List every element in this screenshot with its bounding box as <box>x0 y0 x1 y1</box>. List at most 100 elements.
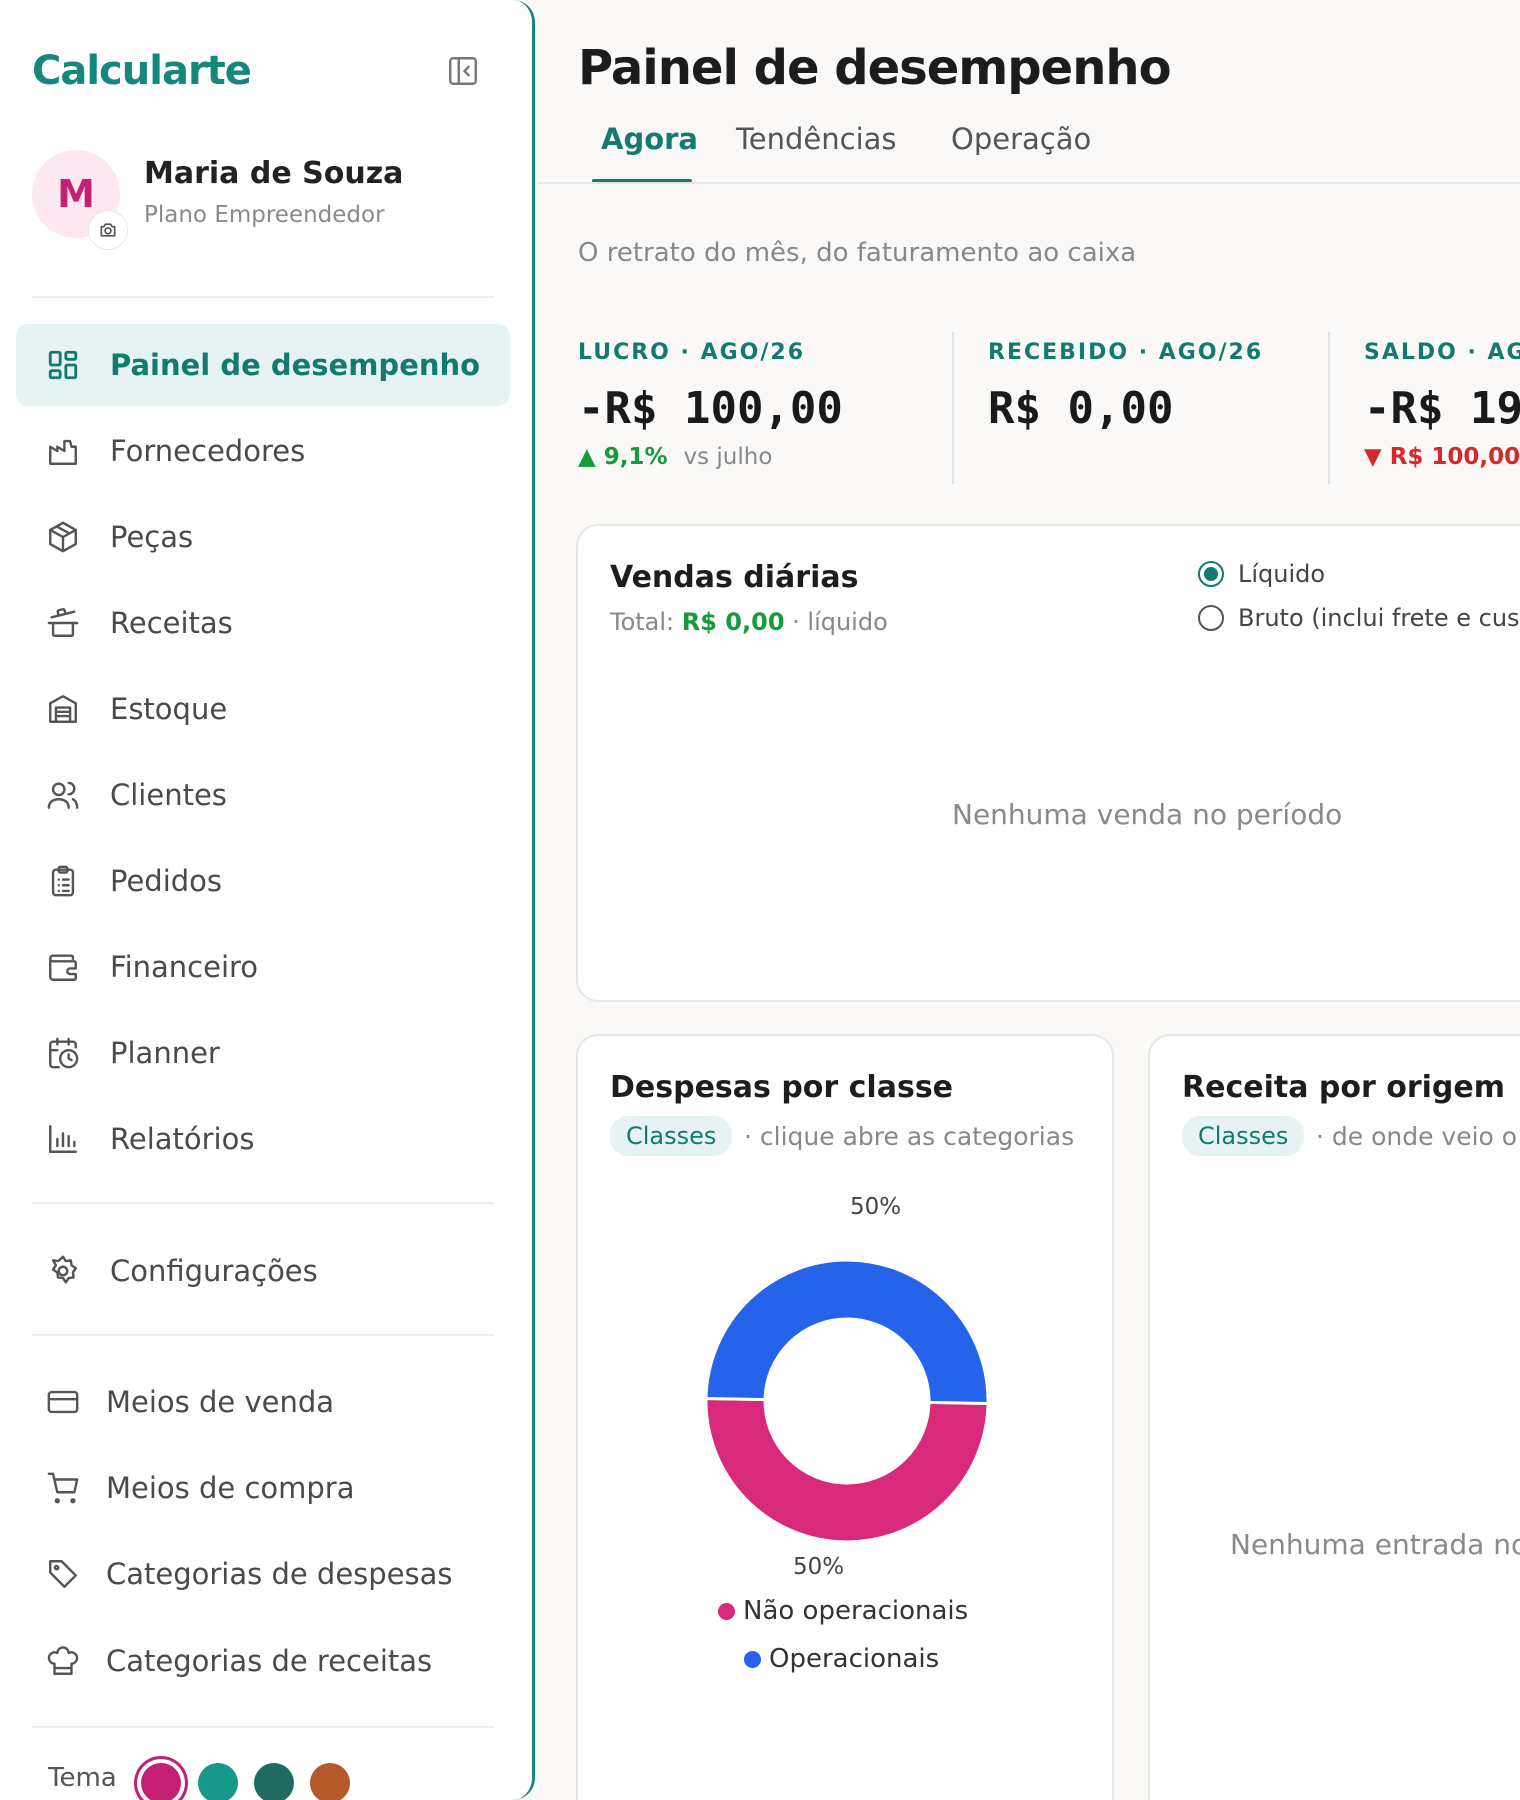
pie-slice-operacionais[interactable] <box>704 1258 990 1405</box>
tab-tendencias[interactable]: Tendências <box>736 122 897 156</box>
theme-swatch-magenta[interactable] <box>141 1763 181 1800</box>
kpi-delta: ▲ 9,1% <box>578 444 668 470</box>
card-title: Despesas por classe <box>610 1070 954 1105</box>
sidebar-item-estoque[interactable]: Estoque <box>16 668 510 750</box>
bar-chart-icon <box>49 1125 77 1153</box>
card-title: Receita por origem <box>1182 1070 1505 1105</box>
kpi-delta: ▼ R$ 100,00 <box>1364 444 1520 470</box>
legend-item-nao-operacionais[interactable]: Não operacionais <box>718 1596 968 1626</box>
sidebar-item-meios-compra[interactable]: Meios de compra <box>16 1447 510 1529</box>
gear-icon <box>51 1255 77 1284</box>
sidebar-item-label: Peças <box>110 520 194 554</box>
sidebar-item-planner[interactable]: Planner <box>16 1012 510 1094</box>
sidebar-item-pecas[interactable]: Peças <box>16 496 510 578</box>
revenue-card: Receita por origem Classes · de onde vei… <box>1148 1034 1520 1800</box>
main-content: Painel de desempenho Agora Tendências Op… <box>538 0 1520 1800</box>
tabs-divider <box>538 182 1520 184</box>
sidebar-item-label: Planner <box>110 1036 220 1070</box>
theme-swatch-teal[interactable] <box>198 1763 238 1800</box>
card-title: Vendas diárias <box>610 560 859 595</box>
sidebar-item-meios-venda[interactable]: Meios de venda <box>16 1361 510 1443</box>
brand-logo[interactable]: Calcularte <box>32 48 252 94</box>
sidebar-item-label: Relatórios <box>110 1122 255 1156</box>
dashboard-icon <box>48 350 78 380</box>
user-plan: Plano Empreendedor <box>144 202 385 228</box>
sidebar-item-relatorios[interactable]: Relatórios <box>16 1098 510 1180</box>
warehouse-icon <box>49 695 77 723</box>
sidebar-item-clientes[interactable]: Clientes <box>16 754 510 836</box>
legend-item-operacionais[interactable]: Operacionais <box>744 1644 939 1674</box>
kpi-label: SALDO · AGO <box>1364 340 1520 365</box>
sidebar-item-label: Receitas <box>110 606 233 640</box>
tag-icon <box>49 1560 77 1588</box>
pie-label-bottom: 50% <box>793 1554 845 1580</box>
user-name: Maria de Souza <box>144 156 404 191</box>
kpi-label: RECEBIDO · AGO/26 <box>988 340 1264 365</box>
radio-dot[interactable] <box>1198 605 1224 631</box>
kpi-divider <box>952 332 954 484</box>
sidebar-item-label: Estoque <box>110 692 228 726</box>
sidebar-item-fornecedores[interactable]: Fornecedores <box>16 410 510 492</box>
pie-label-top: 50% <box>850 1194 902 1220</box>
kpi-value: -R$ 19. <box>1364 383 1520 434</box>
kpi-comparison: vs julho <box>683 444 773 470</box>
cooking-pot-icon <box>47 608 79 637</box>
chef-hat-icon <box>47 1646 79 1675</box>
change-photo-button[interactable] <box>88 210 128 250</box>
kpi-label: LUCRO · AGO/26 <box>578 340 805 365</box>
radio-label: Líquido <box>1238 560 1326 588</box>
legend-dot <box>718 1602 735 1620</box>
radio-bruto[interactable]: Bruto (inclui frete e custo <box>1198 604 1520 632</box>
classes-pill[interactable]: Classes <box>610 1116 733 1156</box>
divider <box>32 1726 494 1728</box>
theme-swatch-orange[interactable] <box>310 1763 350 1800</box>
expenses-card: Despesas por classe Classes · clique abr… <box>576 1034 1114 1800</box>
credit-card-icon <box>47 1390 79 1414</box>
empty-state: Nenhuma venda no período <box>952 798 1343 831</box>
factory-icon <box>49 439 77 465</box>
tab-operacao[interactable]: Operação <box>951 122 1091 156</box>
card-hint: · clique abre as categorias <box>744 1122 1075 1151</box>
legend-label: Não operacionais <box>743 1596 969 1626</box>
sidebar-item-label: Meios de venda <box>106 1385 335 1419</box>
page-title: Painel de desempenho <box>578 40 1172 96</box>
radio-dot[interactable] <box>1198 561 1224 587</box>
sidebar-item-label: Categorias de despesas <box>106 1557 453 1591</box>
daily-sales-total: Total: R$ 0,00 · líquido <box>610 608 888 636</box>
classes-pill[interactable]: Classes <box>1182 1116 1305 1156</box>
daily-sales-card: Vendas diárias Total: R$ 0,00 · líquido … <box>576 524 1520 1002</box>
sidebar-item-categorias-receitas[interactable]: Categorias de receitas <box>16 1620 510 1702</box>
card-hint: · de onde veio o d <box>1316 1122 1520 1151</box>
kpi-recebido: RECEBIDO · AGO/26 R$ 0,00 <box>988 340 1263 434</box>
sidebar-item-categorias-despesas[interactable]: Categorias de despesas <box>16 1533 510 1615</box>
kpi-delta-row: ▼ R$ 100,00 <box>1364 444 1520 470</box>
sidebar-item-pedidos[interactable]: Pedidos <box>16 840 510 922</box>
sidebar-item-painel[interactable]: Painel de desempenho <box>16 324 510 406</box>
legend-label: Operacionais <box>769 1644 940 1674</box>
sidebar-item-receitas[interactable]: Receitas <box>16 582 510 664</box>
calendar-clock-icon <box>49 1037 79 1069</box>
collapse-sidebar-button[interactable] <box>446 54 480 88</box>
sidebar-item-label: Clientes <box>110 778 227 812</box>
theme-swatch-dark-teal[interactable] <box>254 1763 294 1800</box>
kpi-saldo: SALDO · AGO -R$ 19. ▼ R$ 100,00 <box>1364 340 1520 470</box>
divider <box>32 1202 494 1204</box>
sidebar-item-label: Meios de compra <box>106 1471 355 1505</box>
box-icon <box>49 521 77 553</box>
sidebar-item-label: Categorias de receitas <box>106 1644 433 1678</box>
tab-agora[interactable]: Agora <box>601 122 698 156</box>
radio-liquido[interactable]: Líquido <box>1198 560 1325 588</box>
total-value: R$ 0,00 <box>681 608 785 636</box>
divider <box>32 296 494 298</box>
camera-icon <box>100 223 116 237</box>
pie-slice-nao-operacionais[interactable] <box>704 1397 990 1544</box>
kpi-delta-row: ▲ 9,1% vs julho <box>578 444 843 470</box>
kpi-value: -R$ 100,00 <box>578 383 843 434</box>
sidebar-item-financeiro[interactable]: Financeiro <box>16 926 510 1008</box>
sidebar-item-label: Financeiro <box>110 950 259 984</box>
sidebar-item-configuracoes[interactable]: Configurações <box>16 1230 510 1312</box>
sidebar-item-label: Configurações <box>110 1254 318 1288</box>
total-suffix: · líquido <box>784 608 888 636</box>
sidebar-item-label: Painel de desempenho <box>110 348 481 382</box>
kpi-lucro: LUCRO · AGO/26 -R$ 100,00 ▲ 9,1% vs julh… <box>578 340 843 470</box>
